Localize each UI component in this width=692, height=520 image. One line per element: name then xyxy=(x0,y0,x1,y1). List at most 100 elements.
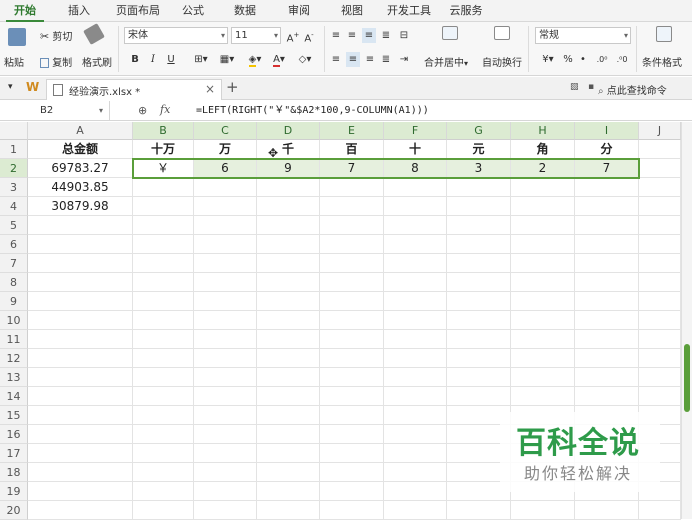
cell-d7[interactable] xyxy=(257,254,320,273)
cell-g8[interactable] xyxy=(447,273,511,292)
cell-e14[interactable] xyxy=(320,387,384,406)
bold-button[interactable]: B xyxy=(128,52,142,67)
cell-j10[interactable] xyxy=(639,311,681,330)
cell-e12[interactable] xyxy=(320,349,384,368)
cell-a18[interactable] xyxy=(28,463,133,482)
font-name-select[interactable]: 宋体 ▾ xyxy=(124,27,228,44)
cell-c3[interactable] xyxy=(194,178,257,197)
cell-i5[interactable] xyxy=(575,216,639,235)
tab-data[interactable]: 数据 xyxy=(226,0,264,22)
cell-b12[interactable] xyxy=(133,349,194,368)
cell-a7[interactable] xyxy=(28,254,133,273)
cell-g20[interactable] xyxy=(447,501,511,520)
column-header-g[interactable]: G xyxy=(447,122,511,140)
row-header-19[interactable]: 19 xyxy=(0,482,28,501)
cell-f10[interactable] xyxy=(384,311,447,330)
cell-f4[interactable] xyxy=(384,197,447,216)
align-top-icon[interactable]: ≡ xyxy=(330,28,342,43)
cell-g7[interactable] xyxy=(447,254,511,273)
cell-i14[interactable] xyxy=(575,387,639,406)
cell-d19[interactable] xyxy=(257,482,320,501)
cell-b9[interactable] xyxy=(133,292,194,311)
row-header-15[interactable]: 15 xyxy=(0,406,28,425)
column-header-i[interactable]: I xyxy=(575,122,639,140)
cell-a13[interactable] xyxy=(28,368,133,387)
cell-f13[interactable] xyxy=(384,368,447,387)
cell-c10[interactable] xyxy=(194,311,257,330)
column-header-j[interactable]: J xyxy=(639,122,681,140)
align-middle-icon[interactable]: ≡ xyxy=(346,28,358,43)
cell-f5[interactable] xyxy=(384,216,447,235)
cell-i7[interactable] xyxy=(575,254,639,273)
cell-h4[interactable] xyxy=(511,197,575,216)
row-header-16[interactable]: 16 xyxy=(0,425,28,444)
cell-f14[interactable] xyxy=(384,387,447,406)
close-icon[interactable]: × xyxy=(205,82,215,96)
row-header-14[interactable]: 14 xyxy=(0,387,28,406)
vertical-scrollbar[interactable] xyxy=(681,122,692,519)
row-header-11[interactable]: 11 xyxy=(0,330,28,349)
cell-i1[interactable]: 分 xyxy=(575,140,639,159)
cell-c11[interactable] xyxy=(194,330,257,349)
cell-e10[interactable] xyxy=(320,311,384,330)
cell-a3[interactable]: 44903.85 xyxy=(28,178,133,197)
tab-home[interactable]: 开始 xyxy=(6,0,44,22)
fill-style-icon[interactable]: ▦▾ xyxy=(216,52,238,67)
align-center-icon[interactable]: ≡ xyxy=(346,52,360,67)
cell-d11[interactable] xyxy=(257,330,320,349)
cell-b7[interactable] xyxy=(133,254,194,273)
cell-c9[interactable] xyxy=(194,292,257,311)
cell-g14[interactable] xyxy=(447,387,511,406)
cell-d1[interactable]: 千 xyxy=(257,140,320,159)
cell-e8[interactable] xyxy=(320,273,384,292)
cell-d17[interactable] xyxy=(257,444,320,463)
cell-a11[interactable] xyxy=(28,330,133,349)
font-size-select[interactable]: 11 ▾ xyxy=(231,27,281,44)
row-header-13[interactable]: 13 xyxy=(0,368,28,387)
orientation-icon[interactable]: ≣ xyxy=(380,28,392,43)
row-header-12[interactable]: 12 xyxy=(0,349,28,368)
cell-i10[interactable] xyxy=(575,311,639,330)
cell-h12[interactable] xyxy=(511,349,575,368)
cell-e20[interactable] xyxy=(320,501,384,520)
cell-d5[interactable] xyxy=(257,216,320,235)
cell-c20[interactable] xyxy=(194,501,257,520)
increase-font-icon[interactable]: A+ xyxy=(286,28,300,44)
align-bottom-icon[interactable]: ≡ xyxy=(362,28,376,43)
cell-e13[interactable] xyxy=(320,368,384,387)
italic-button[interactable]: I xyxy=(146,52,160,67)
cell-h14[interactable] xyxy=(511,387,575,406)
cell-c14[interactable] xyxy=(194,387,257,406)
cell-h7[interactable] xyxy=(511,254,575,273)
cell-j4[interactable] xyxy=(639,197,681,216)
cell-e11[interactable] xyxy=(320,330,384,349)
cell-f16[interactable] xyxy=(384,425,447,444)
cell-b16[interactable] xyxy=(133,425,194,444)
decrease-decimal-icon[interactable]: .⁰0 xyxy=(614,52,630,67)
name-box[interactable]: B2 ▾ xyxy=(0,101,110,120)
scrollbar-thumb[interactable] xyxy=(684,344,690,412)
cell-h20[interactable] xyxy=(511,501,575,520)
cell-a5[interactable] xyxy=(28,216,133,235)
cell-e5[interactable] xyxy=(320,216,384,235)
format-painter-icon[interactable] xyxy=(83,23,105,45)
cell-a8[interactable] xyxy=(28,273,133,292)
cell-f1[interactable]: 十 xyxy=(384,140,447,159)
row-header-18[interactable]: 18 xyxy=(0,463,28,482)
cell-f8[interactable] xyxy=(384,273,447,292)
currency-format-icon[interactable]: ¥▾ xyxy=(537,52,559,67)
cell-f11[interactable] xyxy=(384,330,447,349)
cell-j9[interactable] xyxy=(639,292,681,311)
cell-a4[interactable]: 30879.98 xyxy=(28,197,133,216)
cell-g10[interactable] xyxy=(447,311,511,330)
cell-i3[interactable] xyxy=(575,178,639,197)
cell-h9[interactable] xyxy=(511,292,575,311)
cell-a19[interactable] xyxy=(28,482,133,501)
cell-f20[interactable] xyxy=(384,501,447,520)
column-header-c[interactable]: C xyxy=(194,122,257,140)
copy-button[interactable]: 复制 xyxy=(40,54,72,69)
row-header-10[interactable]: 10 xyxy=(0,311,28,330)
cell-c16[interactable] xyxy=(194,425,257,444)
new-tab-button[interactable]: + xyxy=(226,78,239,96)
cell-a2[interactable]: 69783.27 xyxy=(28,159,133,178)
